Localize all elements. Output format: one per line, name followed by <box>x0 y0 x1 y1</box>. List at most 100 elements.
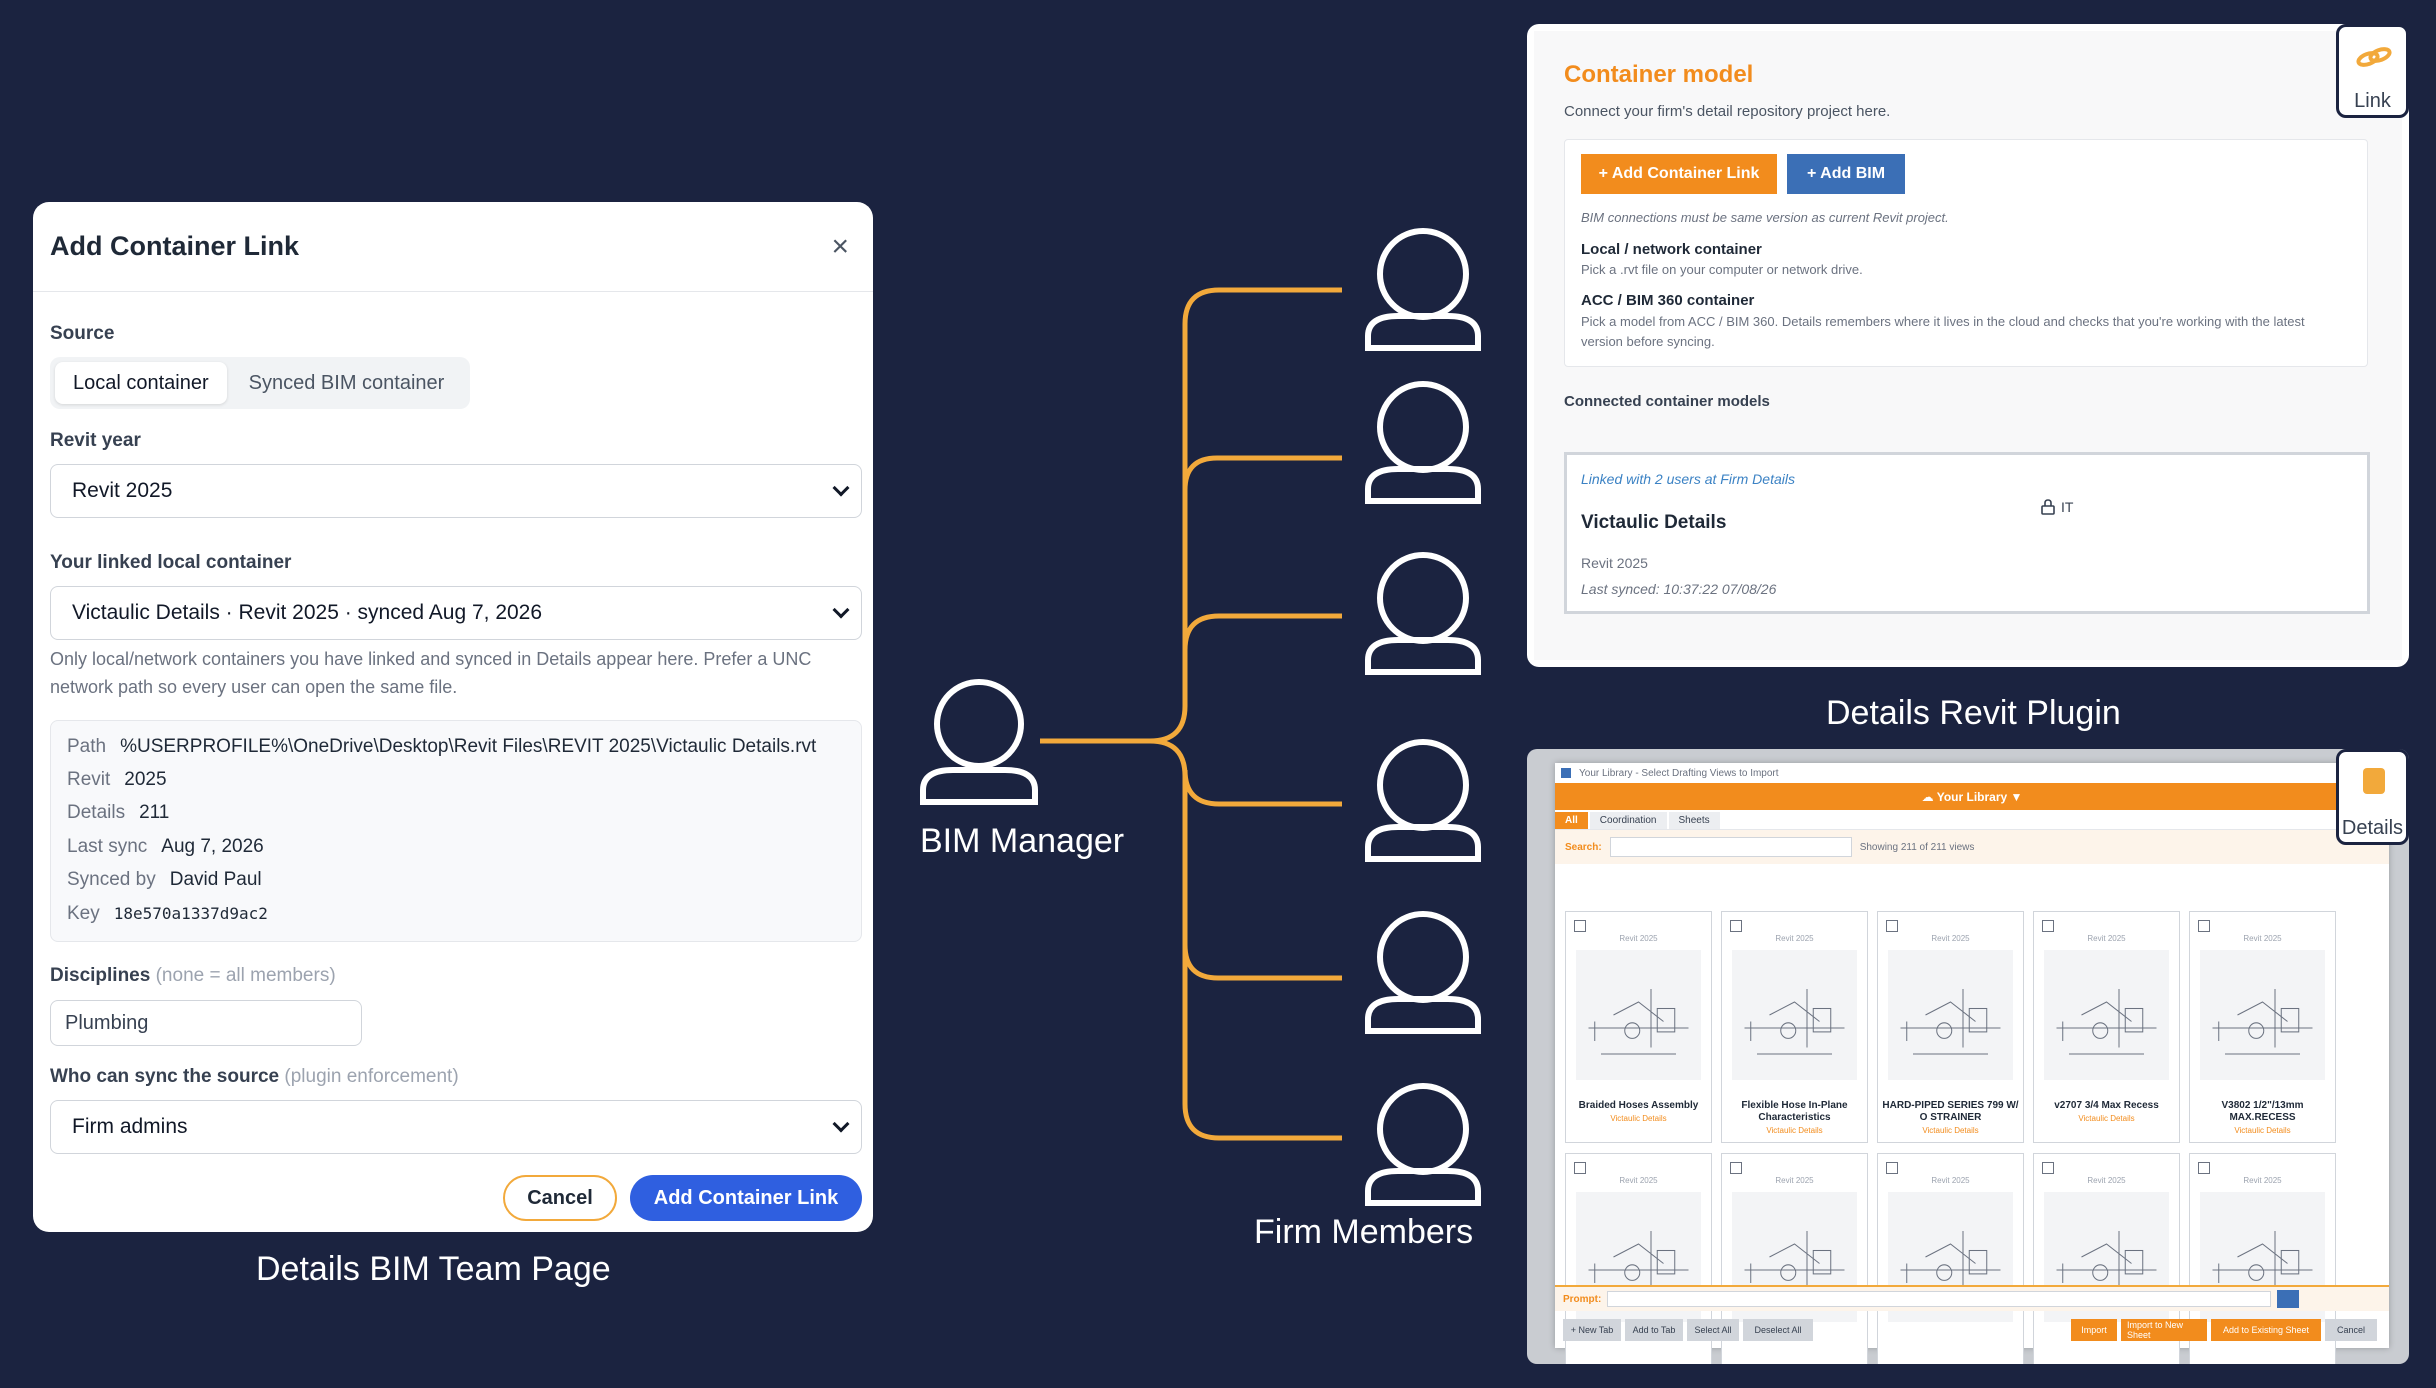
link-tab[interactable]: Link <box>2336 24 2409 118</box>
library-window: Your Library - Select Drafting Views to … <box>1555 763 2389 1364</box>
acc-container-title: ACC / BIM 360 container <box>1581 292 1755 309</box>
view-checkbox[interactable] <box>2198 1162 2210 1174</box>
caption-firm-members: Firm Members <box>1254 1213 1474 1251</box>
view-name: Braided Hoses Assembly <box>1578 1100 1699 1111</box>
view-year: Revit 2025 <box>1619 1176 1658 1185</box>
prompt-bar: Prompt: <box>1555 1285 2389 1311</box>
prompt-input[interactable] <box>1607 1291 2272 1307</box>
footer-button-0[interactable]: + New Tab <box>1563 1319 1621 1341</box>
view-year: Revit 2025 <box>2087 934 2126 943</box>
linked-users-text: Linked with 2 users at Firm Details <box>1581 471 1795 487</box>
library-tabs: All Coordination Sheets <box>1555 810 2389 830</box>
library-search-bar: Search: Showing 211 of 211 views <box>1555 830 2389 864</box>
view-checkbox[interactable] <box>1730 1162 1742 1174</box>
view-year: Revit 2025 <box>1619 934 1658 943</box>
add-container-link-button[interactable]: + Add Container Link <box>1581 154 1777 194</box>
view-checkbox[interactable] <box>2042 1162 2054 1174</box>
link-icon <box>2356 47 2392 67</box>
library-header[interactable]: ☁ Your Library ▼ <box>1555 783 2389 810</box>
view-thumbnail <box>1888 950 2013 1080</box>
library-view-card[interactable]: Revit 2025 v2707 3/4 Max Recess Victaulic … <box>2033 911 2180 1143</box>
view-thumbnail <box>2044 950 2169 1080</box>
member-icon <box>1365 911 1481 1034</box>
library-panel: Your Library - Select Drafting Views to … <box>1527 749 2409 1364</box>
view-thumbnail <box>2200 950 2325 1080</box>
member-icon <box>1365 552 1481 675</box>
view-name: v2707 3/4 Max Recess <box>2054 1100 2159 1111</box>
view-checkbox[interactable] <box>1886 920 1898 932</box>
view-year: Revit 2025 <box>2243 1176 2282 1185</box>
view-thumbnail <box>1732 950 1857 1080</box>
tab-coordination[interactable]: Coordination <box>1589 812 1667 829</box>
footer-button-2[interactable]: Select All <box>1687 1319 1739 1341</box>
footer-action-3[interactable]: Cancel <box>2325 1319 2377 1341</box>
local-container-text: Pick a .rvt file on your computer or net… <box>1581 262 1863 277</box>
bim-manager-icon <box>920 679 1038 805</box>
footer-action-0[interactable]: Import <box>2071 1319 2117 1341</box>
library-view-card[interactable]: Revit 2025 HARD-PIPED SERIES 799 W/ O STR… <box>1877 911 2024 1143</box>
version-note: BIM connections must be same version as … <box>1581 210 1949 225</box>
connector-line <box>1182 944 1342 981</box>
view-name: HARD-PIPED SERIES 799 W/ O STRAINER <box>1882 1100 2019 1123</box>
view-source: Victaulic Details <box>1610 1114 1667 1123</box>
view-checkbox[interactable] <box>1730 920 1742 932</box>
container-model-title: Container model <box>1564 61 1754 88</box>
view-checkbox[interactable] <box>1574 920 1586 932</box>
model-name: Victaulic Details <box>1581 512 1727 533</box>
add-bim-button[interactable]: + Add BIM <box>1787 154 1905 194</box>
send-icon[interactable] <box>2277 1290 2300 1308</box>
details-tab[interactable]: Details <box>2336 749 2409 845</box>
container-model-subtitle: Connect your firm's detail repository pr… <box>1564 103 1891 120</box>
view-year: Revit 2025 <box>1931 934 1970 943</box>
connected-model-card[interactable]: Linked with 2 users at Firm Details Vict… <box>1564 452 2370 614</box>
caption-bim-manager: BIM Manager <box>920 822 1125 860</box>
model-last-synced: Last synced: 10:37:22 07/08/26 <box>1581 581 1777 597</box>
search-input[interactable] <box>1609 837 1852 857</box>
container-model-panel: Container model Connect your firm's deta… <box>1527 24 2409 667</box>
view-thumbnail <box>1576 950 1701 1080</box>
library-titlebar: Your Library - Select Drafting Views to … <box>1555 763 2389 783</box>
footer-action-2[interactable]: Add to Existing Sheet <box>2211 1319 2321 1341</box>
view-checkbox[interactable] <box>2042 920 2054 932</box>
view-year: Revit 2025 <box>2087 1176 2126 1185</box>
footer-action-1[interactable]: Import to New Sheet <box>2121 1319 2207 1341</box>
footer-button-3[interactable]: Deselect All <box>1743 1319 1813 1341</box>
view-year: Revit 2025 <box>1775 1176 1814 1185</box>
library-footer: + New Tab Add to Tab Select All Deselect Al… <box>1563 1319 2383 1341</box>
member-icon <box>1365 228 1481 351</box>
view-checkbox[interactable] <box>1886 1162 1898 1174</box>
view-checkbox[interactable] <box>2198 920 2210 932</box>
connector-line <box>1040 287 1342 744</box>
view-year: Revit 2025 <box>2243 934 2282 943</box>
acc-container-text: Pick a model from ACC / BIM 360. Details… <box>1581 314 2305 349</box>
view-checkbox[interactable] <box>1574 1162 1586 1174</box>
caption-revit-plugin: Details Revit Plugin <box>1826 694 2121 732</box>
tab-all[interactable]: All <box>1555 812 1588 829</box>
model-year: Revit 2025 <box>1581 555 1648 571</box>
view-source: Victaulic Details <box>2234 1126 2291 1135</box>
view-name: Flexible Hose In-Plane Characteristics <box>1741 1100 1848 1123</box>
view-source: Victaulic Details <box>1766 1126 1823 1135</box>
member-icon <box>1365 381 1481 504</box>
view-source: Victaulic Details <box>2078 1114 2135 1123</box>
library-view-card[interactable]: Revit 2025 V3802 1/2"/13mm MAX.RECESS Vict… <box>2189 911 2336 1143</box>
connector-line <box>1182 455 1342 491</box>
connector-line <box>1182 769 1342 807</box>
tab-sheets[interactable]: Sheets <box>1668 812 1720 829</box>
document-icon <box>2363 768 2385 794</box>
local-container-title: Local / network container <box>1581 241 1762 258</box>
view-name: V3802 1/2"/13mm MAX.RECESS <box>2221 1100 2304 1123</box>
view-source: Victaulic Details <box>1922 1126 1979 1135</box>
member-icon <box>1365 1083 1481 1206</box>
view-year: Revit 2025 <box>1931 1176 1970 1185</box>
library-view-card[interactable]: Revit 2025 Flexible Hose In-Plane Charact… <box>1721 911 1868 1143</box>
app-icon <box>1561 768 1571 778</box>
owner-tag: IT <box>2041 499 2073 515</box>
member-icon <box>1365 739 1481 862</box>
connector-line <box>1149 738 1342 1141</box>
library-view-card[interactable]: Revit 2025 Braided Hoses Assembly Victauli… <box>1565 911 1712 1143</box>
footer-button-1[interactable]: Add to Tab <box>1625 1319 1683 1341</box>
connector-lines <box>1040 287 1342 1141</box>
connected-models-label: Connected container models <box>1564 393 1770 410</box>
connector-line <box>1182 613 1342 651</box>
